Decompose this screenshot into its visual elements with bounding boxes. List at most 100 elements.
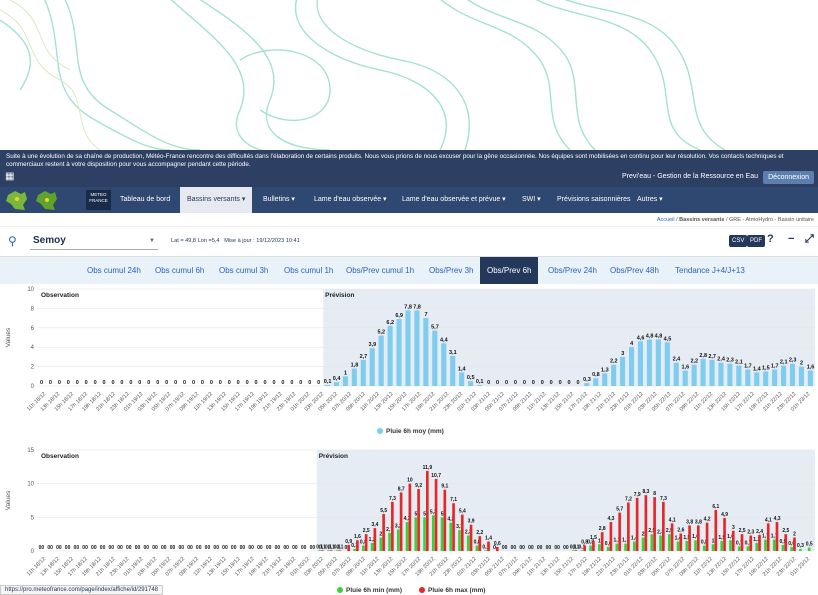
data-label: 0 — [50, 545, 53, 551]
nav-bulletins[interactable]: Bulletins ▾ — [256, 187, 302, 213]
csv-button[interactable]: CSV — [729, 235, 748, 247]
breadcrumb-home[interactable]: Accueil — [657, 217, 675, 223]
bar — [700, 358, 706, 386]
data-label: 0 — [299, 380, 302, 386]
pdf-button[interactable]: PDF — [747, 235, 765, 247]
tab-obs-prev-6h[interactable]: Obs/Prev 6h — [480, 257, 539, 284]
bar — [469, 524, 473, 551]
nav-swi[interactable]: SWI ▾ — [515, 187, 548, 213]
tab-obs-prev-48h[interactable]: Obs/Prev 48h — [610, 257, 659, 284]
bar — [440, 517, 444, 551]
tab-obs-prev-24h[interactable]: Obs/Prev 24h — [548, 257, 597, 284]
bar — [718, 362, 724, 386]
legend-label: Pluie 6h moy (mm) — [386, 428, 444, 435]
tab-obs-cumul-24h[interactable]: Obs cumul 24h — [87, 257, 141, 284]
france-map-logo[interactable] — [5, 189, 83, 211]
data-label: 0 — [76, 380, 79, 386]
data-label: 2,2 — [690, 359, 698, 365]
data-label: 2,3 — [747, 530, 754, 536]
tab-obs-cumul-3h[interactable]: Obs cumul 3h — [219, 257, 268, 284]
bar — [460, 514, 464, 551]
topographic-pattern — [0, 0, 726, 150]
data-label: 2,3 — [789, 358, 797, 364]
bar — [583, 545, 587, 551]
station-select[interactable]: Semoy ▼ — [30, 235, 158, 250]
legend-marker — [337, 587, 343, 593]
data-label: 0,1 — [573, 544, 580, 550]
nav-lame-eau-observee-prevue[interactable]: Lame d'eau observée et prévue ▾ — [395, 187, 513, 213]
bar — [646, 339, 652, 386]
data-label: 4,9 — [721, 512, 728, 518]
data-label: 4,6 — [637, 335, 645, 341]
tab-obs-prev-cumul-1h[interactable]: Obs/Prev cumul 1h — [346, 257, 414, 284]
minimize-icon[interactable]: − — [788, 233, 794, 245]
bar — [351, 368, 357, 386]
breadcrumb-bassins[interactable]: Bassins versants — [679, 217, 724, 223]
data-label: 1 — [598, 538, 601, 544]
data-label: 0 — [557, 545, 560, 551]
data-label: 0 — [559, 380, 562, 386]
data-label: 0 — [286, 545, 289, 551]
data-label: 2,7 — [708, 354, 716, 360]
tab-tendance[interactable]: Tendance J+4/J+13 — [675, 257, 745, 284]
data-label: 0 — [103, 545, 106, 551]
nav-previsions-saisonnieres[interactable]: Prévisions saisonnières — [550, 187, 638, 213]
y-tick-label: 4 — [31, 345, 35, 351]
bar — [790, 546, 794, 551]
data-label: 4,1 — [765, 517, 772, 523]
data-label: 6,2 — [386, 320, 394, 326]
data-label: 7,2 — [625, 497, 632, 503]
tab-obs-prev-3h[interactable]: Obs/Prev 3h — [429, 257, 473, 284]
data-label: 0 — [58, 380, 61, 386]
calendar-icon[interactable]: ▦ — [5, 171, 14, 182]
data-label: 1,5 — [762, 365, 770, 371]
data-label: 0 — [514, 380, 517, 386]
bar — [431, 515, 435, 551]
y-tick-label: 10 — [27, 287, 34, 293]
y-tick-label: 10 — [27, 482, 34, 488]
bar — [329, 550, 333, 551]
data-label: 10 — [407, 478, 413, 484]
bar — [360, 359, 366, 386]
location-pin-icon: ⚲ — [8, 234, 17, 248]
bar — [624, 543, 627, 551]
top-bar: ▦ Previ'eau - Gestion de la Ressource en… — [0, 168, 818, 187]
data-label: 0 — [94, 380, 97, 386]
data-label: 2,3 — [726, 358, 734, 364]
bar — [659, 535, 662, 551]
data-label: 2,8 — [599, 526, 606, 532]
y-tick-label: 5 — [31, 515, 35, 521]
data-label: 2,1 — [735, 360, 743, 366]
nav-autres[interactable]: Autres ▾ — [630, 187, 670, 213]
tab-obs-cumul-6h[interactable]: Obs cumul 6h — [155, 257, 204, 284]
tab-obs-cumul-1h[interactable]: Obs cumul 1h — [284, 257, 333, 284]
legend-label: Pluie 6h max (mm) — [428, 587, 485, 594]
data-label: 0 — [190, 545, 193, 551]
meteo-france-logo[interactable]: METEO FRANCE — [86, 190, 111, 210]
data-label: 8 — [653, 491, 656, 497]
nav-lame-eau-observee[interactable]: Lame d'eau observée ▾ — [307, 187, 394, 213]
nav-tableau-de-bord[interactable]: Tableau de bord — [113, 187, 177, 213]
data-label: 0 — [216, 545, 219, 551]
data-label: 0 — [146, 545, 149, 551]
data-label: 0,8 — [592, 372, 600, 378]
data-label: 0 — [251, 545, 254, 551]
bar — [396, 529, 400, 551]
data-label: 4,1 — [669, 517, 676, 523]
data-label: 0 — [532, 380, 535, 386]
help-icon[interactable]: ? — [767, 233, 774, 245]
bar — [356, 540, 359, 551]
bar — [324, 385, 331, 386]
bar — [362, 545, 365, 551]
expand-icon[interactable]: ⤢ — [805, 233, 814, 246]
data-label: 0 — [505, 380, 508, 386]
data-label: 1,6 — [354, 534, 361, 540]
data-label: 2,4 — [756, 529, 763, 535]
bar — [731, 530, 735, 551]
data-label: 3,9 — [468, 519, 475, 525]
bar — [408, 483, 412, 551]
nav-bassins-versants[interactable]: Bassins versants ▾ — [180, 187, 253, 213]
data-label: 0 — [181, 545, 184, 551]
logout-button[interactable]: Déconnexion — [763, 171, 814, 184]
data-label: 3,8 — [695, 519, 702, 525]
